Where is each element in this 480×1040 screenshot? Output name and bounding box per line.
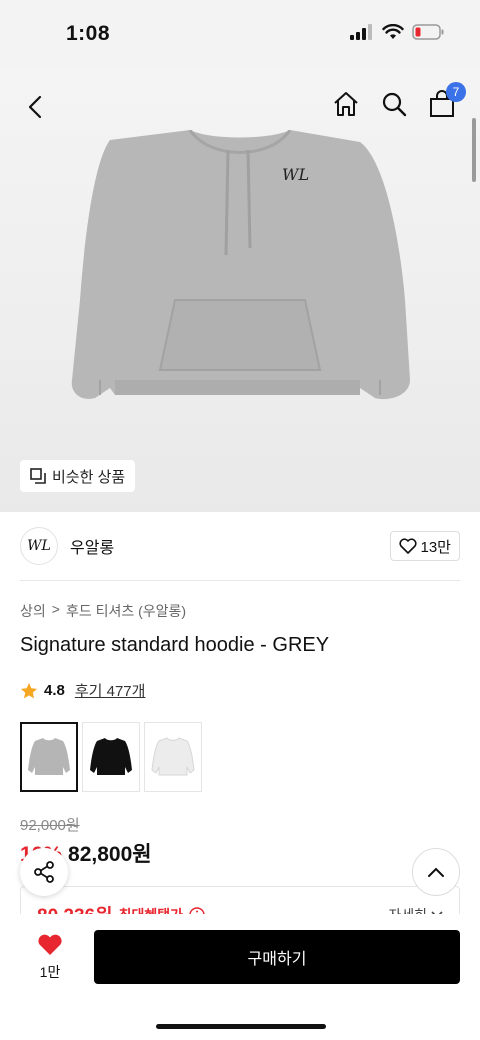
original-price: 92,000원 — [20, 817, 80, 834]
similar-icon — [30, 468, 46, 484]
star-icon — [20, 682, 38, 698]
color-variants — [20, 722, 202, 792]
breadcrumb-level1[interactable]: 상의 — [20, 601, 46, 621]
status-icons — [350, 24, 444, 40]
scroll-top-button[interactable] — [412, 848, 460, 896]
bottom-action-bar: 1만 구매하기 — [0, 914, 480, 1040]
heart-outline-icon — [398, 538, 417, 554]
cart-count-badge: 7 — [446, 82, 466, 102]
wishlist-button[interactable]: 1만 — [30, 934, 70, 982]
similar-label: 비슷한 상품 — [52, 468, 126, 486]
back-button[interactable] — [20, 92, 50, 122]
breadcrumb-separator: > — [51, 601, 60, 617]
review-link[interactable]: 후기 477개 — [75, 680, 146, 701]
battery-icon — [412, 24, 444, 40]
chevron-left-icon — [28, 95, 42, 119]
heart-filled-icon — [38, 934, 62, 955]
brand-logo[interactable]: WL — [20, 527, 58, 565]
cart-button[interactable]: 7 — [426, 82, 466, 120]
breadcrumb-level2[interactable]: 후드 티셔츠 (우알롱) — [66, 601, 186, 621]
variant-thumb-white[interactable] — [144, 722, 202, 792]
product-image-area[interactable]: 7 WL 비슷한 상품 — [0, 70, 480, 512]
wishlist-count: 1만 — [39, 964, 61, 980]
hoodie-thumb-white — [151, 737, 195, 776]
brand-like-count: 13만 — [420, 538, 452, 556]
rating-value: 4.8 — [44, 682, 65, 699]
search-icon — [382, 92, 407, 117]
similar-products-button[interactable]: 비슷한 상품 — [20, 460, 136, 492]
variant-thumb-grey[interactable] — [20, 722, 78, 792]
chevron-up-icon — [428, 867, 444, 877]
hoodie-thumb-grey — [28, 738, 70, 775]
svg-text:WL: WL — [282, 165, 309, 184]
divider — [20, 580, 460, 581]
home-indicator — [156, 1024, 326, 1029]
search-button[interactable] — [378, 88, 410, 120]
status-time: 1:08 — [66, 22, 111, 45]
breadcrumb: 상의 > 후드 티셔츠 (우알롱) — [20, 601, 186, 621]
rating-row: 4.8 후기 477개 — [20, 680, 145, 701]
wifi-icon — [382, 24, 404, 39]
header-actions: 7 — [330, 82, 466, 120]
scrollbar[interactable] — [472, 118, 476, 182]
brand-like-button[interactable]: 13만 — [389, 531, 460, 561]
product-title: Signature standard hoodie - GREY — [20, 634, 330, 656]
buy-button[interactable]: 구매하기 — [94, 930, 460, 984]
status-bar: 1:08 — [0, 0, 480, 70]
brand-row[interactable]: WL 우알롱 13만 — [20, 526, 460, 566]
home-icon — [334, 92, 358, 116]
variant-thumb-black[interactable] — [82, 722, 140, 792]
signal-icon — [350, 24, 372, 40]
home-button[interactable] — [330, 88, 362, 120]
brand-name[interactable]: 우알롱 — [70, 534, 114, 558]
sale-price: 82,800원 — [68, 843, 152, 866]
hoodie-thumb-black — [90, 738, 132, 775]
share-button[interactable] — [20, 848, 68, 896]
share-icon — [34, 861, 54, 883]
hoodie-image: WL — [71, 130, 410, 399]
